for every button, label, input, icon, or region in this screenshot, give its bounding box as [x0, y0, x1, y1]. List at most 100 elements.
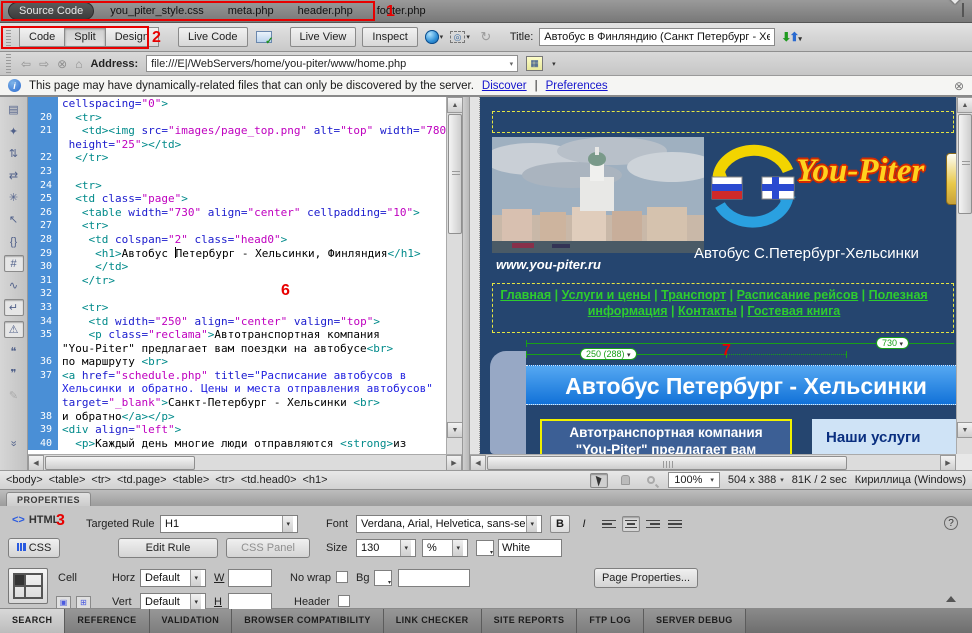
tag-selector-item[interactable]: <h1> — [303, 474, 328, 486]
help-icon[interactable]: ? — [944, 516, 958, 530]
code-line[interactable]: <table width="730" align="center" cellpa… — [58, 206, 420, 220]
site-menu-link[interactable]: Расписание рейсов — [737, 288, 859, 302]
html-mode-button[interactable]: <>HTML — [12, 514, 59, 526]
code-row[interactable]: 38и обратно</a></p> — [28, 410, 462, 424]
code-line[interactable]: <td><img src="images/page_top.png" alt="… — [58, 124, 453, 138]
design-vertical-scrollbar[interactable]: ▲ ▼ — [956, 97, 972, 454]
collapse-selection-icon[interactable]: ⇄ — [4, 167, 24, 184]
scroll-down-icon[interactable]: ▼ — [447, 422, 463, 438]
promo-box[interactable]: Автотранспортная компания "You-Piter" пр… — [540, 419, 792, 454]
code-line[interactable]: <a href="schedule.php" title="Расписание… — [58, 369, 406, 383]
design-view[interactable]: You-Piter Автобус С.Петербург-Хельсинки … — [470, 97, 972, 470]
visual-aids-icon[interactable]: ◎▾ — [450, 28, 470, 46]
related-file-tab[interactable]: footer.php — [375, 3, 428, 19]
preferences-link[interactable]: Preferences — [546, 80, 608, 92]
scroll-right-icon[interactable]: ▶ — [446, 455, 462, 471]
panel-tab-validation[interactable]: VALIDATION — [150, 609, 233, 633]
horz-select[interactable]: Default▾ — [140, 569, 206, 587]
scroll-up-icon[interactable]: ▲ — [447, 97, 463, 113]
css-panel-button[interactable]: CSS Panel — [226, 538, 310, 558]
scroll-left-icon[interactable]: ◀ — [470, 455, 486, 470]
window-size-select[interactable]: 504 x 388▾ — [728, 474, 784, 486]
balance-braces-icon[interactable]: {} — [4, 233, 24, 250]
tag-selector-item[interactable]: <body> — [6, 474, 43, 486]
code-row[interactable]: 29 <h1>Автобус Петербург - Хельсинки, Фи… — [28, 247, 462, 261]
split-cell-icon[interactable]: ⊞ — [76, 596, 91, 609]
code-line[interactable]: <tr> — [58, 301, 108, 315]
code-row[interactable]: 32 — [28, 287, 462, 301]
panel-tab-link-checker[interactable]: LINK CHECKER — [384, 609, 482, 633]
stop-icon[interactable]: ⊗ — [57, 57, 67, 71]
code-row[interactable]: 33 <tr> — [28, 301, 462, 315]
scroll-thumb[interactable] — [958, 114, 972, 214]
code-line[interactable]: по маршруту <br> — [58, 355, 168, 369]
font-select[interactable]: Verdana, Arial, Helvetica, sans-serif▾ — [356, 515, 542, 533]
code-line[interactable]: <tr> — [58, 111, 102, 125]
code-vertical-scrollbar[interactable]: ▲ ▼ — [446, 97, 462, 454]
code-line[interactable]: cellspacing="0"> — [58, 97, 168, 111]
line-numbers-icon[interactable]: # — [4, 255, 24, 272]
code-row[interactable]: 40 <p>Каждый день многие люди отправляют… — [28, 437, 462, 451]
code-line[interactable]: и обратно</a></p> — [58, 410, 175, 424]
site-menu-link[interactable]: Транспорт — [661, 288, 726, 302]
file-management-icon[interactable]: ⬇⬆▾ — [781, 30, 800, 44]
code-row[interactable]: 36по маршруту <br> — [28, 355, 462, 369]
tag-selector-item[interactable]: <table> — [173, 474, 210, 486]
collapse-panel-icon[interactable] — [946, 596, 956, 602]
code-line[interactable]: <td colspan="2" class="head0"> — [58, 233, 287, 247]
code-line[interactable]: <tr> — [58, 219, 108, 233]
edit-rule-button[interactable]: Edit Rule — [118, 538, 218, 558]
code-row[interactable]: 39<div align="left"> — [28, 423, 462, 437]
align-left-icon[interactable] — [600, 516, 618, 532]
select-parent-tag-icon[interactable]: ↖ — [4, 211, 24, 228]
collapse-full-tag-icon[interactable]: ⇅ — [4, 145, 24, 162]
code-view[interactable]: cellspacing="0">20 <tr>21 <td><img src="… — [28, 97, 462, 454]
open-documents-icon[interactable]: ▤ — [4, 101, 24, 118]
table-width-label-730[interactable]: 730 ▾ — [876, 337, 909, 349]
apply-comment-icon[interactable]: ❝ — [4, 343, 24, 360]
remove-comment-icon[interactable]: ❞ — [4, 365, 24, 382]
code-row[interactable]: "You-Piter" предлагает вам поездки на ав… — [28, 342, 462, 356]
back-icon[interactable]: ⇦ — [21, 57, 31, 71]
code-line[interactable]: <td width="250" align="center" valign="t… — [58, 315, 380, 329]
code-row[interactable]: 37<a href="schedule.php" title="Расписан… — [28, 369, 462, 383]
code-row[interactable]: 27 <tr> — [28, 219, 462, 233]
targeted-rule-select[interactable]: H1▾ — [160, 515, 298, 533]
code-row[interactable]: Хельсинки и обратно. Цены и места отправ… — [28, 382, 462, 396]
word-wrap-icon[interactable]: ↵ — [4, 299, 24, 316]
tag-selector-item[interactable]: <td.page> — [117, 474, 167, 486]
site-banner-heading[interactable]: Автобус Петербург - Хельсинки — [526, 365, 956, 405]
code-row[interactable]: 35 <p class="reclama">Автотранспортная к… — [28, 328, 462, 342]
site-menu-link[interactable]: Услуги и цены — [562, 288, 651, 302]
panel-tab-ftp-log[interactable]: FTP LOG — [577, 609, 644, 633]
magnification-select[interactable]: 100%▾ — [668, 472, 720, 488]
panel-tab-browser-compatibility[interactable]: BROWSER COMPATIBILITY — [232, 609, 384, 633]
tag-selector-item[interactable]: <tr> — [215, 474, 235, 486]
panel-tab-search[interactable]: SEARCH — [0, 609, 65, 633]
code-row[interactable]: 23 — [28, 165, 462, 179]
live-code-button[interactable]: Live Code — [178, 27, 248, 47]
width-input[interactable] — [228, 569, 272, 587]
code-row[interactable]: 34 <td width="250" align="center" valign… — [28, 315, 462, 329]
properties-tab[interactable]: PROPERTIES — [6, 492, 91, 506]
select-tool-icon[interactable] — [590, 473, 608, 488]
code-line[interactable]: <h1>Автобус Петербург - Хельсинки, Финля… — [58, 247, 421, 261]
panel-tab-reference[interactable]: REFERENCE — [65, 609, 149, 633]
code-line[interactable]: <tr> — [58, 179, 102, 193]
code-line[interactable]: </tr> — [58, 151, 108, 165]
site-menu-link[interactable]: Главная — [500, 288, 551, 302]
format-source-code-icon[interactable]: ✎ — [4, 387, 24, 404]
text-color-input[interactable] — [498, 539, 562, 557]
code-line[interactable]: target="_blank">Санкт-Петербург - Хельси… — [58, 396, 380, 410]
scroll-down-icon[interactable]: ▼ — [957, 422, 972, 438]
merge-cells-icon[interactable]: ▣ — [56, 596, 71, 609]
tag-selector-item[interactable]: <td.head0> — [241, 474, 297, 486]
code-line[interactable]: Хельсинки и обратно. Цены и места отправ… — [58, 382, 433, 396]
code-row[interactable]: 24 <tr> — [28, 179, 462, 193]
forward-icon[interactable]: ⇨ — [39, 57, 49, 71]
scroll-thumb[interactable] — [448, 114, 462, 234]
pane-splitter[interactable] — [462, 97, 470, 470]
code-row[interactable]: 22 </tr> — [28, 151, 462, 165]
syntax-error-alerts-icon[interactable]: ⚠ — [4, 321, 24, 338]
code-line[interactable]: </td> — [58, 260, 128, 274]
